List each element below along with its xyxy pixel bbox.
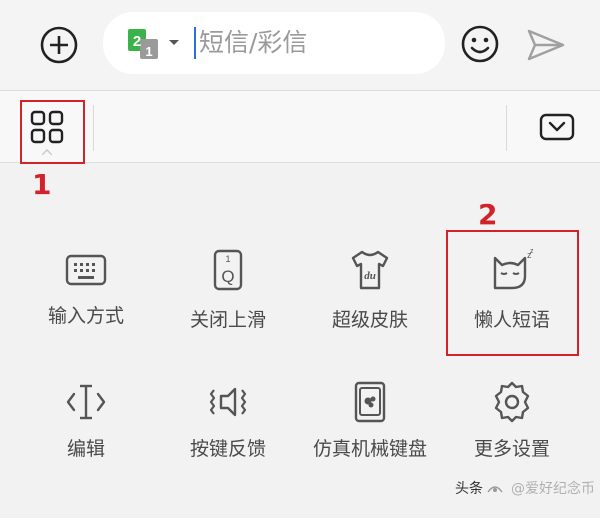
tshirt-icon: du — [351, 250, 389, 290]
sim-card-selector[interactable]: 2 1 — [127, 28, 161, 60]
keyboard-toolbar — [0, 90, 600, 163]
svg-text:Q: Q — [221, 267, 234, 286]
sim-sub-number: 1 — [145, 44, 152, 59]
disable-swipe-up-button[interactable]: 1 Q 关闭上滑 — [158, 248, 298, 338]
collapse-keyboard-button[interactable] — [536, 109, 578, 145]
svg-text:du: du — [364, 270, 376, 282]
text-cursor — [194, 27, 196, 59]
chevron-down-box-icon — [539, 113, 575, 141]
super-skin-button[interactable]: du 超级皮肤 — [300, 248, 440, 338]
gear-icon — [494, 381, 530, 423]
item-label: 编辑 — [66, 438, 105, 460]
plus-circle-icon — [40, 26, 78, 64]
watermark-account: @爱好纪念币 — [511, 481, 595, 497]
keyboard-icon — [65, 254, 107, 286]
message-placeholder: 短信/彩信 — [199, 28, 308, 57]
sim-number: 2 — [133, 33, 141, 50]
toolbar-divider — [93, 105, 94, 151]
highlight-box-2 — [446, 230, 579, 356]
toolbar-divider — [506, 105, 507, 151]
item-label: 仿真机械键盘 — [312, 438, 427, 460]
item-label: 超级皮肤 — [331, 309, 408, 331]
svg-text:1: 1 — [225, 254, 230, 264]
item-label: 输入方式 — [47, 305, 124, 327]
watermark-logo-icon — [487, 486, 503, 493]
swipe-key-icon: 1 Q — [213, 249, 243, 291]
highlight-box-1 — [20, 100, 85, 164]
mechanical-keyboard-button[interactable]: 仿真机械键盘 — [300, 380, 440, 470]
vibration-icon — [209, 387, 247, 417]
key-feedback-button[interactable]: 按键反馈 — [158, 380, 298, 470]
highlight-number-2: 2 — [478, 198, 498, 231]
send-button[interactable] — [524, 24, 568, 66]
sim-card-icon: 2 1 — [128, 29, 158, 59]
chevron-down-icon — [169, 40, 179, 45]
smiley-icon — [461, 25, 499, 63]
text-cursor-icon — [66, 384, 106, 420]
edit-button[interactable]: 编辑 — [16, 380, 156, 470]
watermark: 头条 @爱好纪念币 — [455, 478, 595, 498]
highlight-number-1: 1 — [32, 168, 52, 201]
item-label: 按键反馈 — [189, 438, 266, 460]
more-settings-button[interactable]: 更多设置 — [442, 380, 582, 470]
compose-bar: 2 1 短信/彩信 — [0, 0, 600, 90]
add-attachment-button[interactable] — [36, 22, 82, 68]
item-label: 更多设置 — [473, 438, 550, 460]
mechanical-keyboard-icon — [354, 381, 386, 423]
item-label: 关闭上滑 — [189, 309, 266, 331]
message-input[interactable]: 2 1 短信/彩信 — [103, 12, 445, 74]
input-method-button[interactable]: 输入方式 — [16, 248, 156, 338]
send-icon — [527, 29, 565, 61]
watermark-brand: 头条 — [455, 481, 483, 497]
emoji-button[interactable] — [458, 22, 502, 66]
